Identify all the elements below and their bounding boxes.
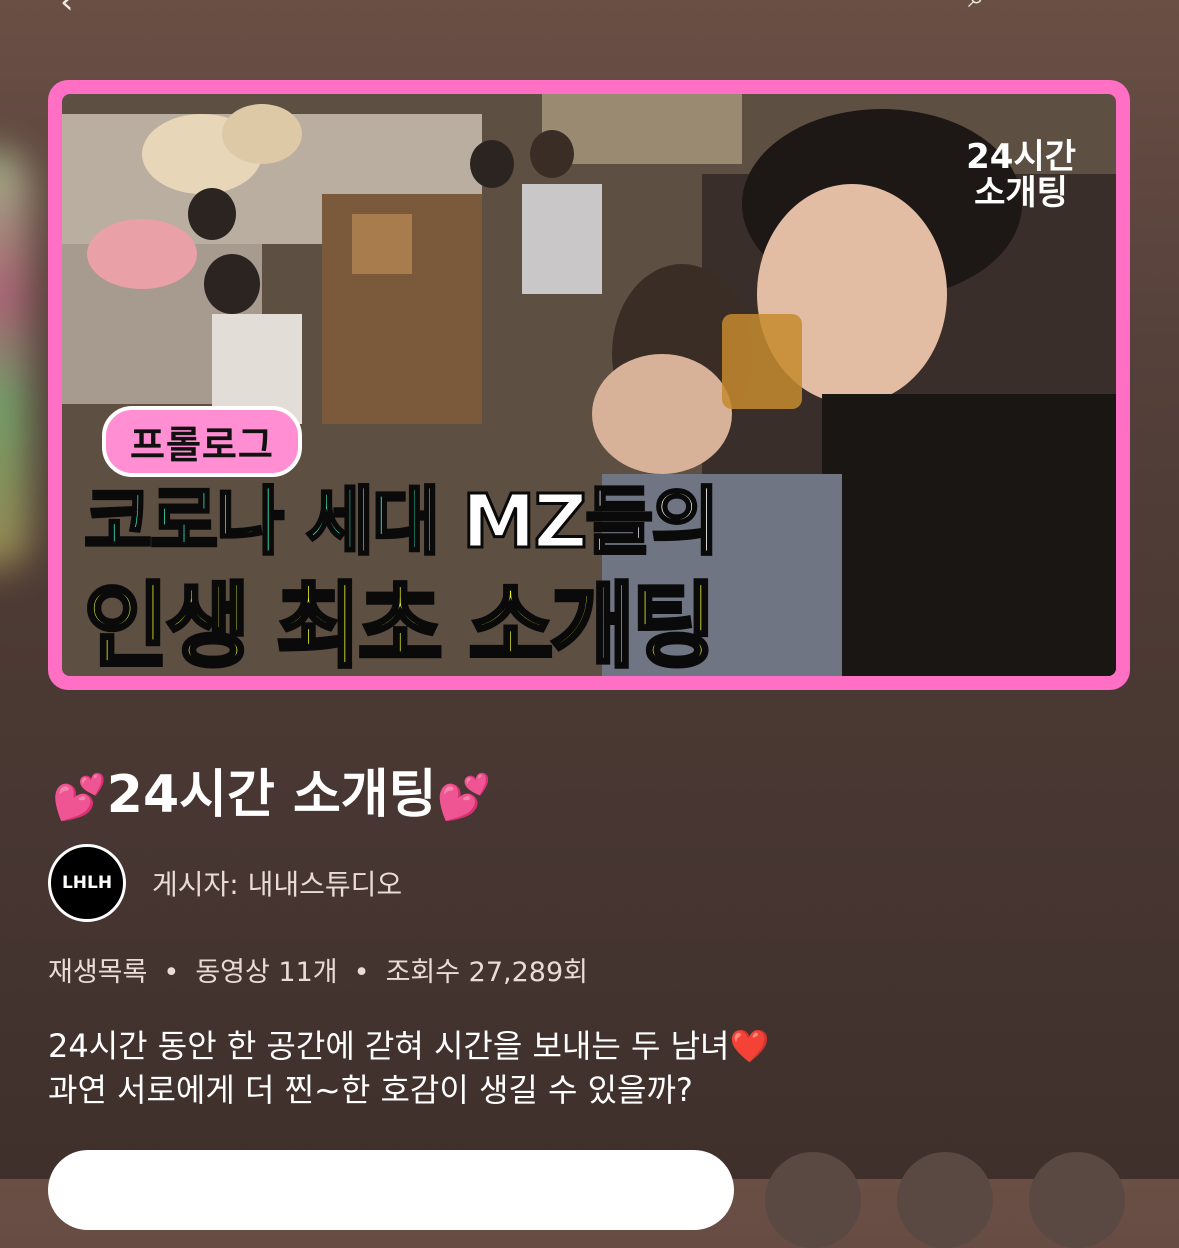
brand-word-2: 소개팅 bbox=[974, 173, 1068, 213]
action-button-1[interactable] bbox=[765, 1152, 861, 1248]
thumbnail-scene: 24시간 소개팅 프롤로그 코로나 세대 MZ들의 인생 최초 소개팅 bbox=[62, 94, 1116, 676]
heart-emoji-left-icon: 💕 bbox=[52, 772, 107, 823]
thumbnail-headline-2: 인생 최초 소개팅 bbox=[82, 571, 719, 676]
action-button-2[interactable] bbox=[897, 1152, 993, 1248]
heart-emoji-right-icon: 💕 bbox=[436, 772, 492, 823]
channel-row[interactable]: LHLH 게시자: 내내스튜디오 bbox=[48, 844, 402, 922]
playlist-title-text: 24시간 소개팅 bbox=[106, 765, 437, 825]
playlist-meta: 재생목록 • 동영상 11개 • 조회수 27,289회 bbox=[48, 950, 588, 989]
brand-word-1: 시간 bbox=[1013, 137, 1076, 177]
thumbnail-brand-logo: 24시간 소개팅 bbox=[966, 134, 1076, 212]
red-heart-icon: ❤️ bbox=[729, 1027, 770, 1065]
desc-line-1: 24시간 동안 한 공간에 갇혀 시간을 보내는 두 남녀 bbox=[48, 1027, 730, 1065]
playlist-description: 24시간 동안 한 공간에 갇혀 시간을 보내는 두 남녀❤️ 과연 서로에게 … bbox=[48, 1024, 769, 1112]
playlist-thumbnail[interactable]: 24시간 소개팅 프롤로그 코로나 세대 MZ들의 인생 최초 소개팅 bbox=[48, 80, 1130, 690]
meta-type: 재생목록 bbox=[48, 957, 148, 988]
brand-number: 24 bbox=[966, 137, 1014, 177]
channel-avatar[interactable]: LHLH bbox=[48, 844, 126, 922]
meta-dot-1: • bbox=[163, 957, 180, 988]
meta-views: 조회수 27,289회 bbox=[385, 957, 588, 988]
channel-label[interactable]: 게시자: 내내스튜디오 bbox=[152, 863, 402, 903]
play-all-button[interactable] bbox=[48, 1150, 734, 1230]
meta-dot-2: • bbox=[353, 957, 370, 988]
top-bar: ‹ ⌕ bbox=[0, 0, 1179, 30]
desc-line-2: 과연 서로에게 더 찐~한 호감이 생길 수 있을까? bbox=[48, 1071, 693, 1109]
action-button-3[interactable] bbox=[1029, 1152, 1125, 1248]
playlist-title: 💕24시간 소개팅💕 bbox=[52, 752, 491, 827]
back-icon[interactable]: ‹ bbox=[60, 0, 74, 22]
background-glow bbox=[0, 150, 30, 570]
meta-videos: 동영상 11개 bbox=[195, 957, 338, 988]
search-icon[interactable]: ⌕ bbox=[968, 0, 985, 15]
